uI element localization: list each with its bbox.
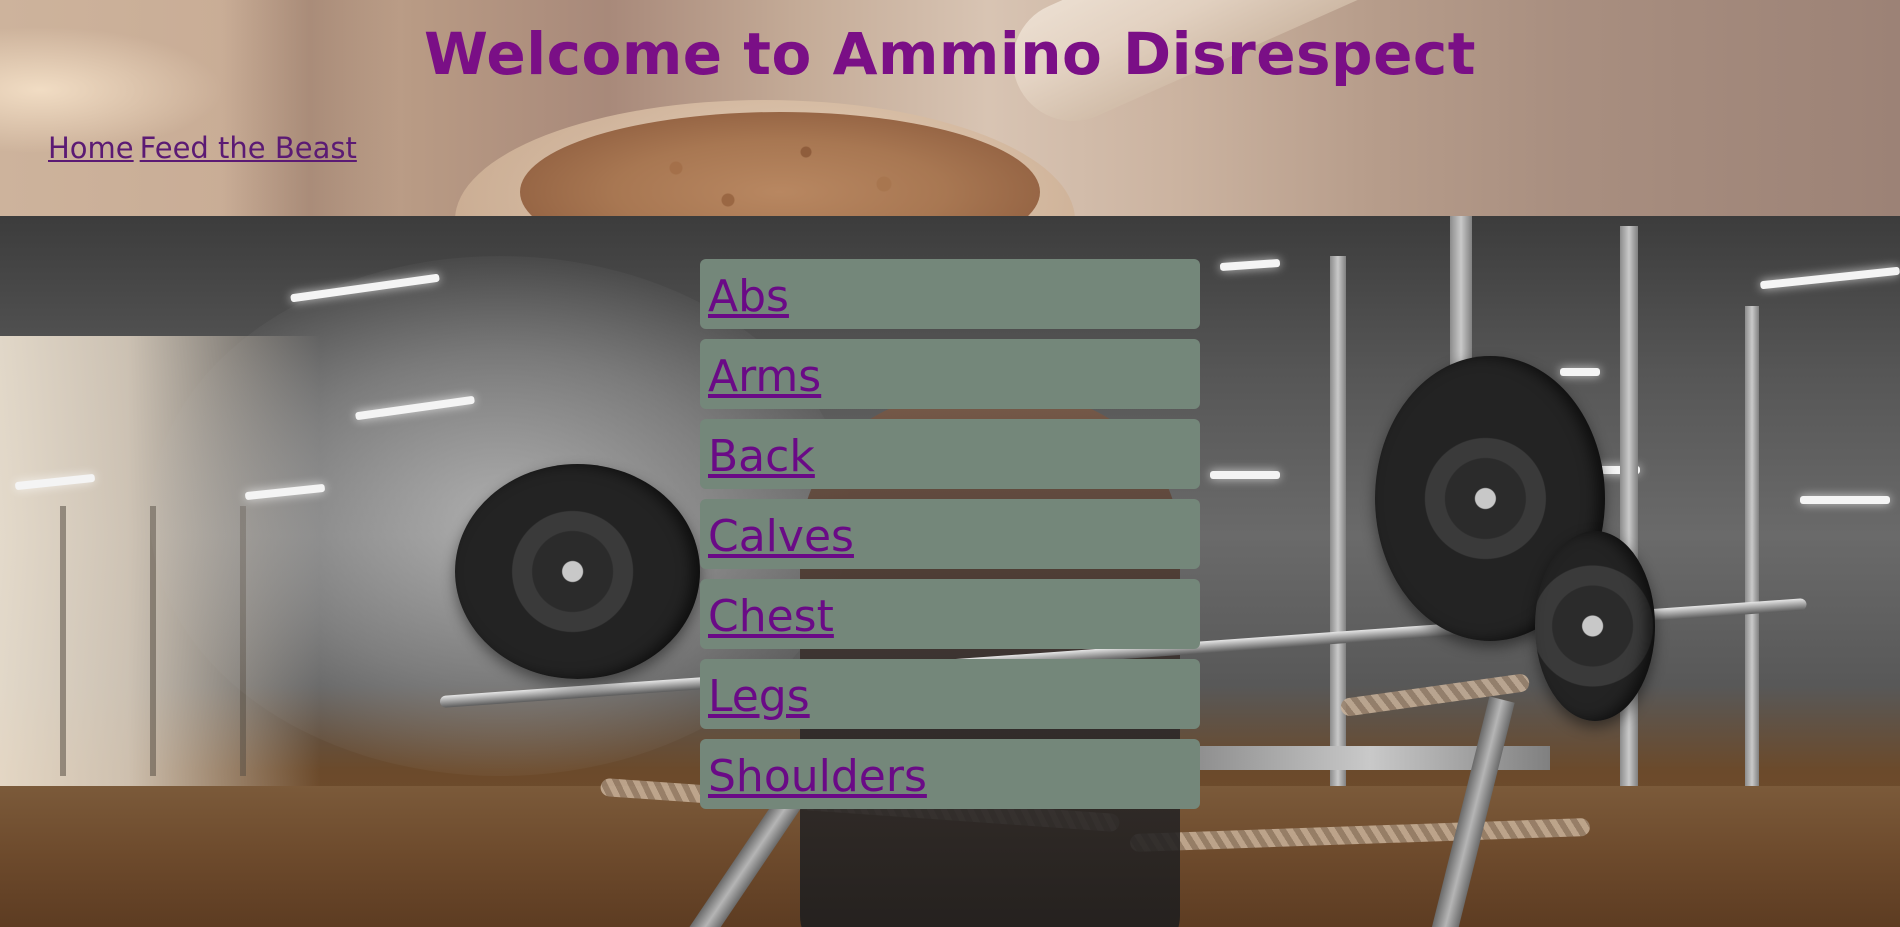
weight-plate	[455, 464, 700, 679]
menu-item-legs: Legs	[700, 659, 1200, 729]
ceiling-light	[1560, 368, 1600, 376]
squat-rack-post	[1330, 256, 1346, 816]
menu-item-back: Back	[700, 419, 1200, 489]
category-link-calves[interactable]: Calves	[708, 499, 854, 575]
category-link-chest[interactable]: Chest	[708, 579, 834, 655]
menu-item-calves: Calves	[700, 499, 1200, 569]
ceiling-light	[1210, 471, 1280, 479]
header-banner: Welcome to Ammino Disrespect Home Feed th…	[0, 0, 1900, 216]
page-title: Welcome to Ammino Disrespect	[423, 20, 1477, 88]
nav-link-home[interactable]: Home	[48, 131, 134, 165]
menu-item-chest: Chest	[700, 579, 1200, 649]
squat-rack-post	[1745, 306, 1759, 826]
window-frame	[60, 506, 66, 776]
category-link-shoulders[interactable]: Shoulders	[708, 739, 927, 815]
category-link-arms[interactable]: Arms	[708, 339, 821, 415]
muscle-group-menu: Abs Arms Back Calves Chest Legs Shoulder…	[700, 259, 1200, 819]
category-link-back[interactable]: Back	[708, 419, 815, 495]
menu-item-shoulders: Shoulders	[700, 739, 1200, 809]
ceiling-light	[1800, 496, 1890, 504]
squat-rack-post	[1450, 216, 1472, 376]
squat-rack-post	[1620, 226, 1638, 826]
ceiling-light	[1759, 266, 1900, 290]
menu-item-arms: Arms	[700, 339, 1200, 409]
category-link-legs[interactable]: Legs	[708, 659, 810, 735]
main-content: Abs Arms Back Calves Chest Legs Shoulder…	[0, 216, 1900, 927]
category-link-abs[interactable]: Abs	[708, 259, 789, 335]
weight-plate	[1535, 531, 1655, 721]
ceiling-light	[1219, 258, 1281, 272]
menu-item-abs: Abs	[700, 259, 1200, 329]
nav-link-feed-the-beast[interactable]: Feed the Beast	[140, 131, 357, 165]
top-nav: Home Feed the Beast	[48, 128, 363, 168]
